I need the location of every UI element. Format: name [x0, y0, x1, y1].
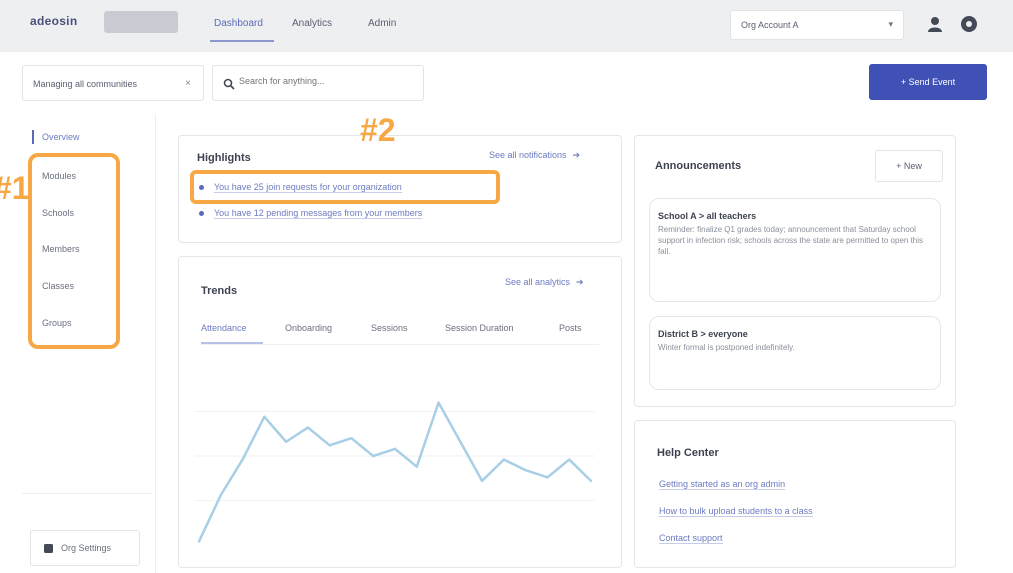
chart-point: [241, 458, 244, 461]
org-filter-value: Managing all communities: [33, 79, 138, 89]
search-box[interactable]: [212, 65, 424, 101]
annotation-box-sidebar: [28, 153, 120, 349]
chart-point: [393, 447, 397, 451]
chart-point: [437, 401, 440, 404]
chart-point: [197, 540, 201, 543]
see-all-analytics-label: See all analytics: [505, 277, 571, 287]
see-all-notifications-label: See all notifications: [489, 150, 567, 160]
org-account-value: Org Account A: [741, 20, 799, 30]
gear-icon: [44, 544, 53, 553]
tab-session-duration[interactable]: Session Duration: [445, 323, 514, 333]
announcement-heading: School A > all teachers: [658, 211, 757, 221]
org-account-select[interactable]: Org Account A ▾: [730, 10, 904, 40]
chart-series-line: [197, 401, 592, 542]
send-event-button[interactable]: + Send Event: [869, 64, 987, 100]
new-announcement-button[interactable]: + New: [875, 150, 943, 182]
trend-line-chart: [195, 401, 595, 543]
chart-point: [502, 458, 506, 461]
tab-onboarding[interactable]: Onboarding: [285, 323, 332, 333]
close-icon[interactable]: ×: [185, 78, 191, 89]
chart-point: [589, 479, 593, 483]
chart-point: [306, 426, 310, 429]
announcement-item[interactable]: School A > all teachers Reminder: finali…: [649, 198, 941, 302]
sidebar-active-indicator: [32, 130, 34, 144]
chart-point: [480, 479, 484, 483]
chart-point: [350, 437, 353, 440]
search-input[interactable]: [239, 76, 409, 86]
search-icon: [223, 78, 235, 90]
nav-dashboard[interactable]: Dashboard: [214, 18, 263, 29]
tab-divider: [201, 344, 599, 345]
chart-point: [546, 476, 549, 479]
app-logo[interactable]: adeosin: [30, 14, 77, 28]
annotation-label-2: #2: [360, 112, 396, 148]
sidebar-item-overview[interactable]: Overview: [42, 132, 80, 142]
announcement-body: Winter formal is postponed indefinitely.: [658, 343, 795, 352]
chart-point: [372, 454, 375, 458]
chart-point: [219, 493, 222, 497]
see-all-notifications-link[interactable]: See all notifications ➔: [489, 150, 580, 161]
trends-title: Trends: [201, 285, 238, 297]
top-bar: adeosin Dashboard Analytics Admin Org Ac…: [0, 0, 1013, 52]
help-link[interactable]: Contact support: [659, 533, 723, 544]
arrow-right-icon: ➔: [572, 150, 581, 160]
org-filter-select[interactable]: Managing all communities ×: [22, 65, 204, 101]
tab-attendance[interactable]: Attendance: [201, 323, 247, 333]
annotation-box-highlight: [190, 170, 500, 204]
arrow-right-icon: ➔: [576, 277, 584, 287]
announcement-item[interactable]: District B > everyone Winter formal is p…: [649, 316, 941, 390]
help-circle-icon[interactable]: [960, 15, 978, 33]
announcement-heading: District B > everyone: [658, 329, 748, 339]
nav-active-indicator: [210, 40, 274, 42]
bullet-icon: [199, 211, 204, 217]
chart-point: [284, 440, 288, 443]
chart-point: [328, 444, 331, 447]
nav-admin[interactable]: Admin: [368, 18, 396, 29]
help-link[interactable]: Getting started as an org admin: [659, 479, 786, 490]
org-settings-label: Org Settings: [61, 543, 112, 553]
org-settings-button[interactable]: Org Settings: [30, 530, 140, 566]
sidebar-border: [155, 114, 156, 573]
announcement-body: Reminder: finalize Q1 grades today; anno…: [658, 225, 924, 256]
highlight-item[interactable]: You have 12 pending messages from your m…: [199, 208, 423, 219]
chart-point: [459, 440, 462, 443]
user-icon[interactable]: [926, 15, 944, 33]
help-center-card: Help Center Getting started as an org ad…: [634, 420, 956, 568]
logo-badge: [104, 11, 178, 33]
trends-card: Trends See all analytics ➔ Attendance Onb…: [178, 256, 622, 568]
chart-point: [415, 465, 418, 468]
help-center-title: Help Center: [657, 447, 719, 459]
nav-analytics[interactable]: Analytics: [292, 18, 332, 29]
tab-sessions[interactable]: Sessions: [371, 323, 408, 333]
tab-posts[interactable]: Posts: [559, 323, 582, 333]
help-link[interactable]: How to bulk upload students to a class: [659, 506, 813, 517]
chart-point: [263, 415, 266, 419]
chart-point: [568, 458, 571, 461]
chart-point: [524, 469, 527, 472]
highlight-text: You have 12 pending messages from your m…: [214, 208, 423, 219]
chevron-down-icon: ▾: [888, 19, 893, 29]
announcements-card: Announcements + New School A > all teach…: [634, 135, 956, 407]
see-all-analytics-link[interactable]: See all analytics ➔: [505, 277, 584, 288]
announcements-title: Announcements: [655, 160, 742, 172]
highlights-title: Highlights: [197, 152, 251, 164]
sidebar-divider: [22, 493, 152, 494]
annotation-label-1: #1: [0, 170, 30, 206]
